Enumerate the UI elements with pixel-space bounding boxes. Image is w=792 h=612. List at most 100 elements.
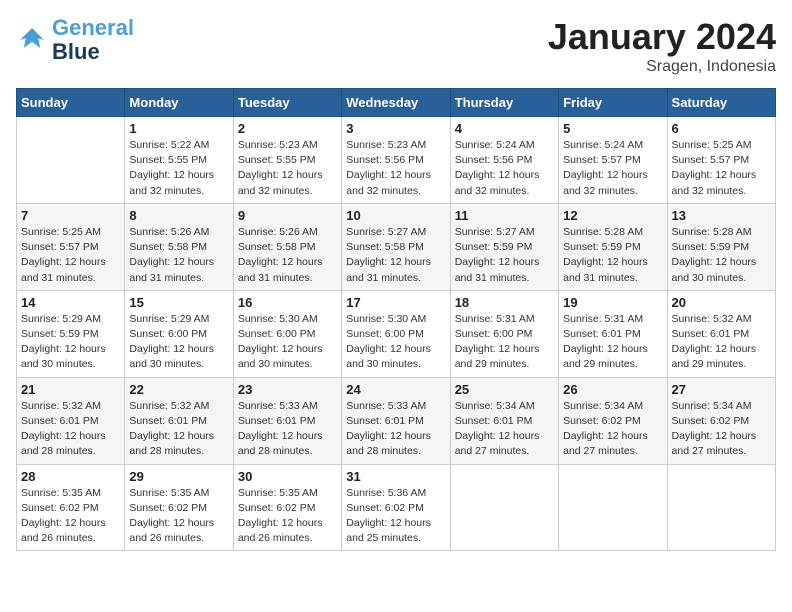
calendar-week-row: 21Sunrise: 5:32 AM Sunset: 6:01 PM Dayli…	[17, 377, 776, 464]
calendar-week-row: 1Sunrise: 5:22 AM Sunset: 5:55 PM Daylig…	[17, 117, 776, 204]
day-number: 4	[455, 121, 554, 136]
day-number: 8	[129, 208, 228, 223]
day-info: Sunrise: 5:32 AM Sunset: 6:01 PM Dayligh…	[672, 312, 771, 373]
logo-icon	[16, 24, 48, 56]
day-info: Sunrise: 5:34 AM Sunset: 6:01 PM Dayligh…	[455, 399, 554, 460]
day-number: 16	[238, 295, 337, 310]
day-number: 9	[238, 208, 337, 223]
calendar-cell: 9 Sunrise: 5:26 AM Sunset: 5:58 PM Daylig…	[233, 203, 341, 290]
day-number: 19	[563, 295, 662, 310]
day-info: Sunrise: 5:32 AM Sunset: 6:01 PM Dayligh…	[129, 399, 228, 460]
day-number: 18	[455, 295, 554, 310]
calendar-cell: 14Sunrise: 5:29 AM Sunset: 5:59 PM Dayli…	[17, 290, 125, 377]
page-header: GeneralBlue January 2024 Sragen, Indones…	[16, 16, 776, 76]
day-of-week-header: Tuesday	[233, 89, 341, 117]
day-info: Sunrise: 5:35 AM Sunset: 6:02 PM Dayligh…	[21, 486, 120, 547]
day-number: 30	[238, 469, 337, 484]
location: Sragen, Indonesia	[548, 58, 776, 76]
calendar-week-row: 14Sunrise: 5:29 AM Sunset: 5:59 PM Dayli…	[17, 290, 776, 377]
day-number: 24	[346, 382, 445, 397]
calendar-cell	[559, 464, 667, 551]
day-info: Sunrise: 5:30 AM Sunset: 6:00 PM Dayligh…	[238, 312, 337, 373]
day-number: 17	[346, 295, 445, 310]
calendar-cell: 3 Sunrise: 5:23 AM Sunset: 5:56 PM Daylig…	[342, 117, 450, 204]
day-info: Sunrise: 5:27 AM Sunset: 5:59 PM Dayligh…	[455, 225, 554, 286]
day-number: 27	[672, 382, 771, 397]
day-number: 10	[346, 208, 445, 223]
day-number: 12	[563, 208, 662, 223]
calendar-cell: 17Sunrise: 5:30 AM Sunset: 6:00 PM Dayli…	[342, 290, 450, 377]
day-number: 22	[129, 382, 228, 397]
day-info: Sunrise: 5:24 AM Sunset: 5:56 PM Dayligh…	[455, 138, 554, 199]
day-number: 29	[129, 469, 228, 484]
calendar-cell: 13Sunrise: 5:28 AM Sunset: 5:59 PM Dayli…	[667, 203, 775, 290]
day-number: 25	[455, 382, 554, 397]
calendar-table: SundayMondayTuesdayWednesdayThursdayFrid…	[16, 88, 776, 551]
day-info: Sunrise: 5:24 AM Sunset: 5:57 PM Dayligh…	[563, 138, 662, 199]
day-number: 3	[346, 121, 445, 136]
day-number: 23	[238, 382, 337, 397]
day-info: Sunrise: 5:31 AM Sunset: 6:00 PM Dayligh…	[455, 312, 554, 373]
logo: GeneralBlue	[16, 16, 134, 64]
day-info: Sunrise: 5:23 AM Sunset: 5:55 PM Dayligh…	[238, 138, 337, 199]
day-info: Sunrise: 5:33 AM Sunset: 6:01 PM Dayligh…	[238, 399, 337, 460]
day-number: 14	[21, 295, 120, 310]
day-info: Sunrise: 5:29 AM Sunset: 6:00 PM Dayligh…	[129, 312, 228, 373]
calendar-cell: 15 Sunrise: 5:29 AM Sunset: 6:00 PM Dayli…	[125, 290, 233, 377]
day-of-week-header: Sunday	[17, 89, 125, 117]
calendar-cell: 7 Sunrise: 5:25 AM Sunset: 5:57 PM Daylig…	[17, 203, 125, 290]
calendar-week-row: 28Sunrise: 5:35 AM Sunset: 6:02 PM Dayli…	[17, 464, 776, 551]
calendar-cell: 11 Sunrise: 5:27 AM Sunset: 5:59 PM Dayli…	[450, 203, 558, 290]
day-info: Sunrise: 5:31 AM Sunset: 6:01 PM Dayligh…	[563, 312, 662, 373]
day-number: 26	[563, 382, 662, 397]
calendar-cell: 1Sunrise: 5:22 AM Sunset: 5:55 PM Daylig…	[125, 117, 233, 204]
day-of-week-header: Thursday	[450, 89, 558, 117]
title-block: January 2024 Sragen, Indonesia	[548, 16, 776, 76]
calendar-header: SundayMondayTuesdayWednesdayThursdayFrid…	[17, 89, 776, 117]
day-info: Sunrise: 5:23 AM Sunset: 5:56 PM Dayligh…	[346, 138, 445, 199]
calendar-week-row: 7 Sunrise: 5:25 AM Sunset: 5:57 PM Daylig…	[17, 203, 776, 290]
day-number: 7	[21, 208, 120, 223]
calendar-cell: 25 Sunrise: 5:34 AM Sunset: 6:01 PM Dayli…	[450, 377, 558, 464]
calendar-cell: 12Sunrise: 5:28 AM Sunset: 5:59 PM Dayli…	[559, 203, 667, 290]
day-info: Sunrise: 5:34 AM Sunset: 6:02 PM Dayligh…	[563, 399, 662, 460]
calendar-cell: 20 Sunrise: 5:32 AM Sunset: 6:01 PM Dayli…	[667, 290, 775, 377]
calendar-cell: 4 Sunrise: 5:24 AM Sunset: 5:56 PM Daylig…	[450, 117, 558, 204]
calendar-cell: 22 Sunrise: 5:32 AM Sunset: 6:01 PM Dayli…	[125, 377, 233, 464]
day-of-week-header: Friday	[559, 89, 667, 117]
day-of-week-header: Saturday	[667, 89, 775, 117]
calendar-cell: 5 Sunrise: 5:24 AM Sunset: 5:57 PM Daylig…	[559, 117, 667, 204]
day-info: Sunrise: 5:33 AM Sunset: 6:01 PM Dayligh…	[346, 399, 445, 460]
day-info: Sunrise: 5:26 AM Sunset: 5:58 PM Dayligh…	[238, 225, 337, 286]
day-info: Sunrise: 5:35 AM Sunset: 6:02 PM Dayligh…	[129, 486, 228, 547]
month-title: January 2024	[548, 16, 776, 58]
day-info: Sunrise: 5:25 AM Sunset: 5:57 PM Dayligh…	[21, 225, 120, 286]
day-number: 13	[672, 208, 771, 223]
calendar-cell: 27 Sunrise: 5:34 AM Sunset: 6:02 PM Dayli…	[667, 377, 775, 464]
calendar-cell: 21Sunrise: 5:32 AM Sunset: 6:01 PM Dayli…	[17, 377, 125, 464]
day-number: 5	[563, 121, 662, 136]
calendar-cell	[17, 117, 125, 204]
calendar-cell	[450, 464, 558, 551]
day-info: Sunrise: 5:32 AM Sunset: 6:01 PM Dayligh…	[21, 399, 120, 460]
calendar-cell: 30Sunrise: 5:35 AM Sunset: 6:02 PM Dayli…	[233, 464, 341, 551]
calendar-cell: 19 Sunrise: 5:31 AM Sunset: 6:01 PM Dayli…	[559, 290, 667, 377]
calendar-cell: 16 Sunrise: 5:30 AM Sunset: 6:00 PM Dayli…	[233, 290, 341, 377]
calendar-cell: 23 Sunrise: 5:33 AM Sunset: 6:01 PM Dayli…	[233, 377, 341, 464]
calendar-cell: 6Sunrise: 5:25 AM Sunset: 5:57 PM Daylig…	[667, 117, 775, 204]
logo-text: GeneralBlue	[52, 16, 134, 64]
calendar-cell: 29 Sunrise: 5:35 AM Sunset: 6:02 PM Dayli…	[125, 464, 233, 551]
calendar-cell	[667, 464, 775, 551]
calendar-cell: 31Sunrise: 5:36 AM Sunset: 6:02 PM Dayli…	[342, 464, 450, 551]
day-number: 11	[455, 208, 554, 223]
calendar-cell: 26 Sunrise: 5:34 AM Sunset: 6:02 PM Dayli…	[559, 377, 667, 464]
calendar-cell: 8Sunrise: 5:26 AM Sunset: 5:58 PM Daylig…	[125, 203, 233, 290]
calendar-cell: 24 Sunrise: 5:33 AM Sunset: 6:01 PM Dayli…	[342, 377, 450, 464]
day-number: 15	[129, 295, 228, 310]
day-info: Sunrise: 5:34 AM Sunset: 6:02 PM Dayligh…	[672, 399, 771, 460]
day-info: Sunrise: 5:27 AM Sunset: 5:58 PM Dayligh…	[346, 225, 445, 286]
day-of-week-header: Wednesday	[342, 89, 450, 117]
calendar-cell: 10 Sunrise: 5:27 AM Sunset: 5:58 PM Dayli…	[342, 203, 450, 290]
day-of-week-header: Monday	[125, 89, 233, 117]
day-number: 20	[672, 295, 771, 310]
